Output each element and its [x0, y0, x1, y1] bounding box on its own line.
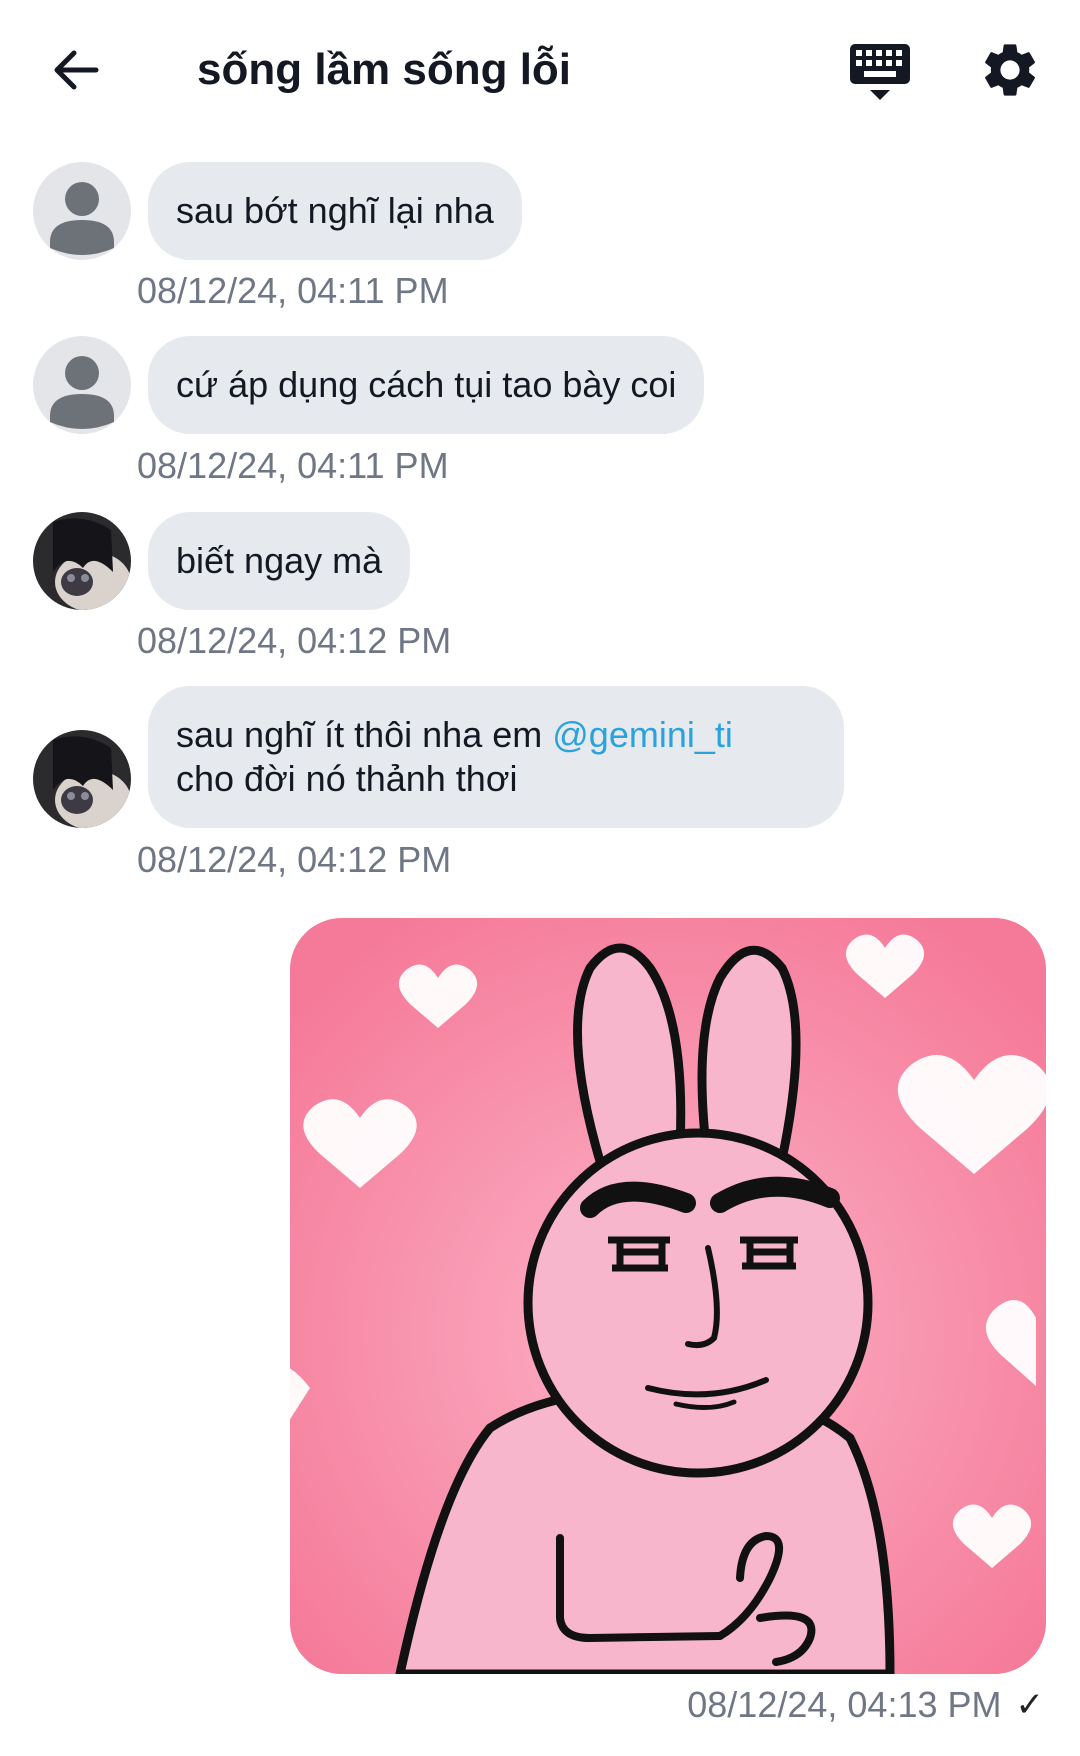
profile-photo-icon [33, 512, 131, 610]
message-bubble[interactable]: sau bớt nghĩ lại nha [148, 162, 522, 260]
message-timestamp: 08/12/24, 04:11 PM [137, 270, 449, 311]
message-text: cứ áp dụng cách tụi tao bày coi [176, 364, 677, 405]
sender-avatar[interactable] [33, 730, 131, 828]
sent-sticker[interactable] [290, 918, 1046, 1674]
pink-bunny-thumbs-up-sticker-icon [290, 918, 1046, 1674]
chat-header: sống lầm sống lỗi [0, 0, 1080, 140]
message-timestamp: 08/12/24, 04:11 PM [137, 445, 449, 486]
message-bubble[interactable]: biết ngay mà [148, 512, 411, 610]
message-timestamp: 08/12/24, 04:12 PM [137, 620, 452, 661]
sender-avatar[interactable] [33, 512, 131, 610]
message-text-part: cho đời nó thảnh thơi [176, 758, 518, 799]
keyboard-icon [850, 44, 910, 100]
arrow-left-icon [54, 50, 99, 90]
gear-icon [985, 44, 1035, 96]
profile-photo-icon [33, 730, 131, 828]
back-button[interactable] [44, 38, 108, 102]
message-text-part: sau nghĩ ít thôi nha em [176, 714, 553, 755]
message-text: sau bớt nghĩ lại nha [176, 190, 494, 231]
user-mention-link[interactable]: @gemini_ti [552, 714, 733, 755]
sender-avatar[interactable] [33, 336, 131, 434]
sent-check-icon: ✓ [1015, 1686, 1045, 1724]
keyboard-button[interactable] [846, 40, 914, 106]
message-timestamp: 08/12/24, 04:13 PM [687, 1684, 1002, 1725]
default-avatar-icon [50, 356, 114, 429]
message-bubble[interactable]: sau nghĩ ít thôi nha em @gemini_ti cho đ… [148, 686, 844, 828]
message-timestamp: 08/12/24, 04:12 PM [137, 839, 452, 880]
sent-message-status: 08/12/24, 04:13 PM ✓ [687, 1684, 1044, 1726]
message-text: biết ngay mà [176, 540, 383, 581]
message-bubble[interactable]: cứ áp dụng cách tụi tao bày coi [148, 336, 705, 434]
default-avatar-icon [50, 182, 114, 255]
chat-title: sống lầm sống lỗi [197, 45, 572, 94]
sender-avatar[interactable] [33, 162, 131, 260]
settings-button[interactable] [978, 38, 1042, 102]
message-text: sau nghĩ ít thôi nha em @gemini_ti cho đ… [176, 713, 733, 801]
